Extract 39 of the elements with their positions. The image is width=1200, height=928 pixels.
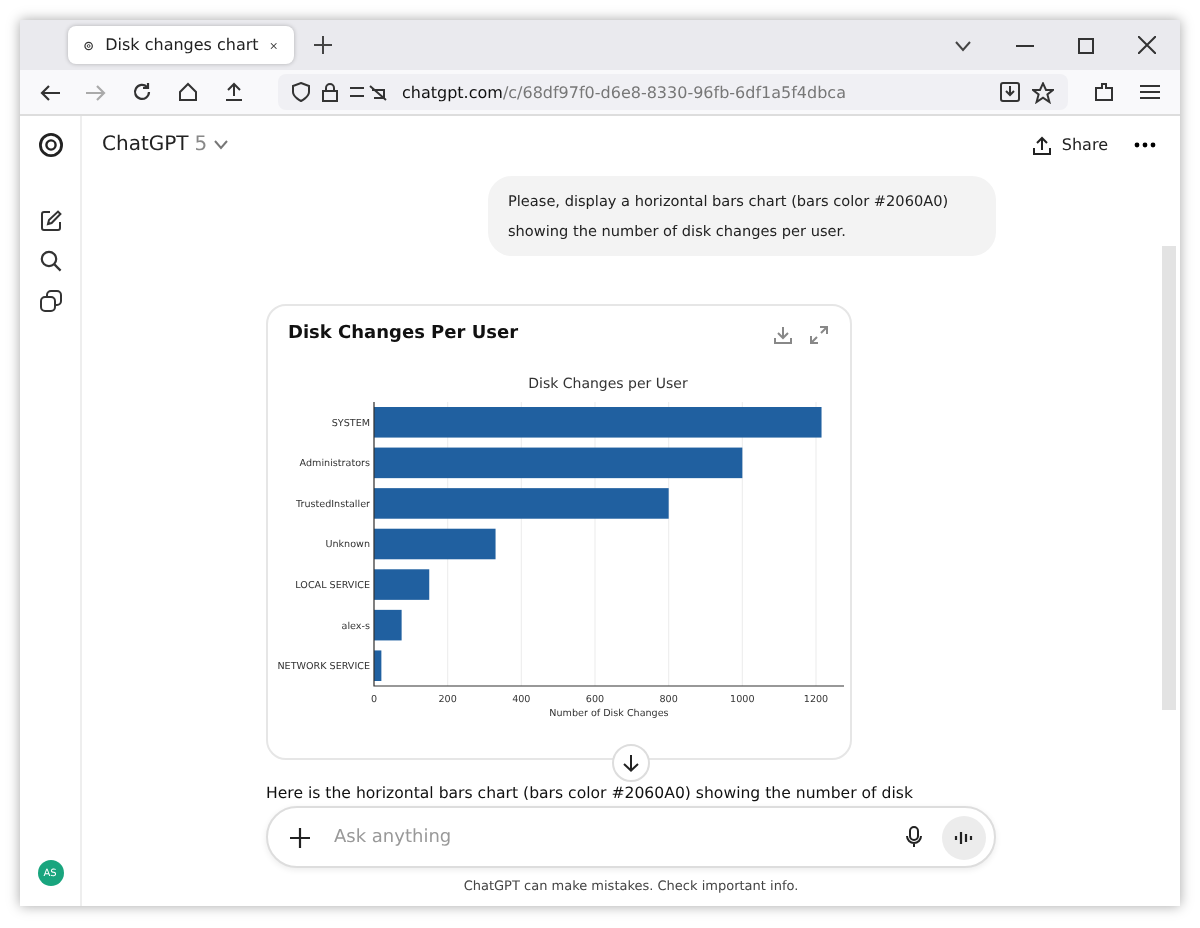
minimize-icon[interactable] (1016, 43, 1034, 47)
arrow-down-icon[interactable] (622, 754, 640, 772)
expand-icon[interactable] (810, 325, 828, 343)
logo-icon[interactable] (37, 132, 63, 158)
star-icon[interactable] (1032, 81, 1054, 103)
home-icon[interactable] (178, 82, 198, 102)
new-tab-icon[interactable] (314, 36, 332, 54)
share-icon[interactable] (1031, 135, 1052, 155)
reload-icon[interactable] (132, 82, 152, 102)
more-options-icon[interactable] (1134, 142, 1156, 148)
extensions-icon[interactable] (1094, 82, 1114, 102)
permissions-icon (350, 83, 390, 101)
share-button[interactable]: Share (1025, 129, 1114, 161)
maximize-icon[interactable] (1078, 37, 1094, 53)
voice-button[interactable] (942, 815, 986, 859)
shield-icon (292, 82, 310, 102)
chevron-down-icon[interactable] (954, 39, 972, 51)
close-icon[interactable] (270, 37, 278, 53)
scrollbar-thumb[interactable] (1162, 246, 1176, 710)
search-icon[interactable] (39, 250, 61, 272)
address-bar[interactable]: chatgpt.com/c/68df97f0-d6e8-8330-96fb-6df1a5f4dbca (278, 74, 1068, 110)
close-icon[interactable] (1138, 36, 1156, 54)
library-icon[interactable] (39, 290, 61, 312)
browser-tab[interactable]: Disk changes chart (68, 26, 294, 64)
composer-bar[interactable]: Ask anything (266, 806, 996, 868)
microphone-icon[interactable] (906, 826, 922, 848)
upload-icon[interactable] (224, 82, 244, 102)
new-chat-icon[interactable] (39, 210, 61, 232)
menu-icon[interactable] (1140, 84, 1160, 100)
download-icon[interactable] (1000, 82, 1020, 102)
plus-icon[interactable] (290, 827, 310, 847)
back-icon[interactable] (40, 83, 60, 101)
message-input[interactable]: Ask anything (330, 825, 886, 849)
lock-icon (322, 82, 338, 102)
model-selector[interactable]: ChatGPT 5 (102, 134, 228, 156)
card-title: Disk Changes Per User (288, 324, 519, 344)
scroll-down-button[interactable] (612, 744, 650, 782)
chevron-down-icon[interactable] (213, 140, 228, 150)
voice-icon[interactable] (954, 829, 974, 845)
